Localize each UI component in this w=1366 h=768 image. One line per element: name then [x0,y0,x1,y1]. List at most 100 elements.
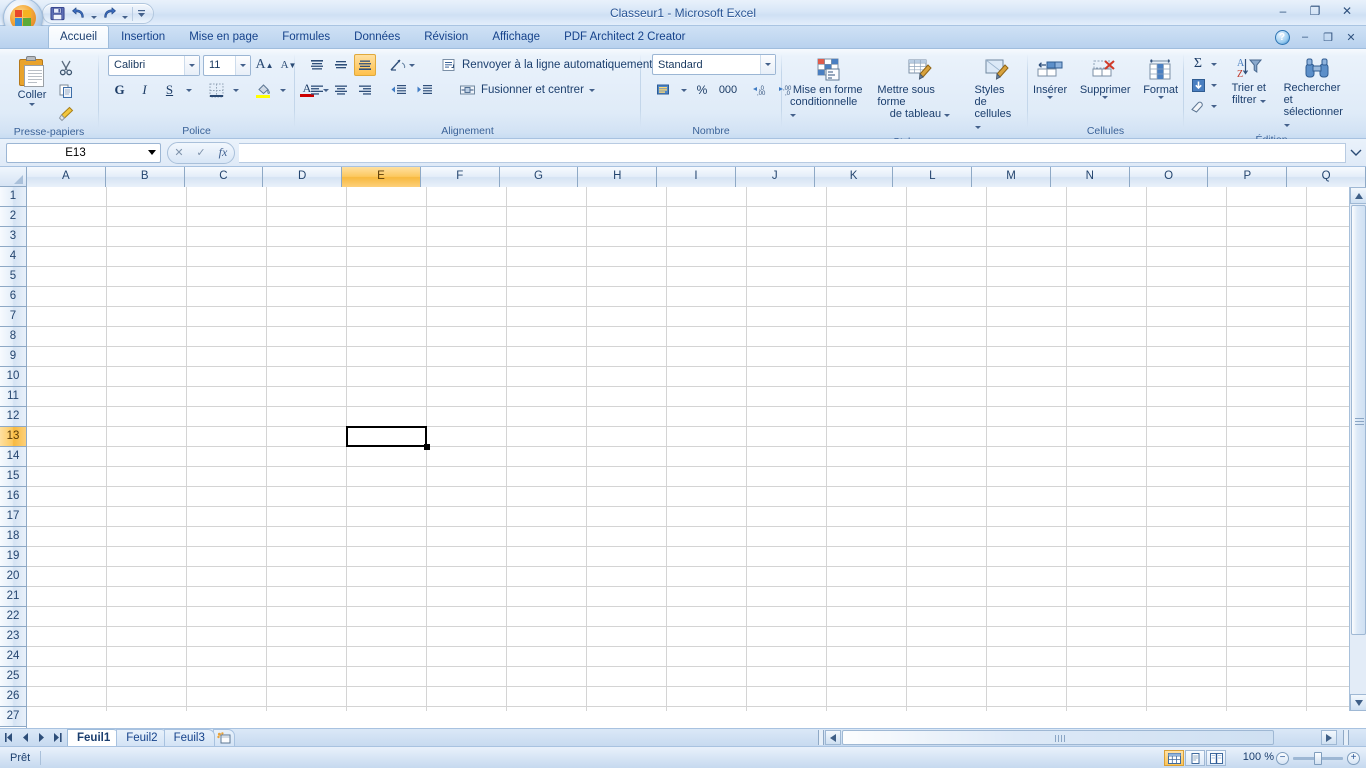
merge-center-dropdown-icon[interactable] [588,88,595,92]
row-header-18[interactable]: 18 [0,527,26,547]
name-box[interactable]: E13 [6,142,161,163]
row-header-19[interactable]: 19 [0,547,26,567]
sort-filter-dropdown-icon[interactable] [1259,100,1266,103]
orientation-button[interactable] [386,54,418,76]
previous-sheet-button[interactable] [19,731,32,745]
delete-cells-dropdown-icon[interactable] [1102,96,1109,99]
cell-styles-dropdown-icon[interactable] [974,126,981,129]
insert-cells-dropdown-icon[interactable] [1047,96,1054,99]
redo-dropdown-icon[interactable] [120,5,129,23]
tab-accueil[interactable]: Accueil [48,25,110,48]
column-header-K[interactable]: K [814,167,894,187]
clear-dropdown-icon[interactable] [1209,96,1219,116]
increase-indent-button[interactable] [412,79,436,101]
zoom-slider[interactable]: − + [1276,751,1360,765]
align-middle-button[interactable] [330,54,352,76]
conditional-formatting-button[interactable]: Mise en forme conditionnelle [785,55,870,123]
formula-input[interactable] [239,142,1346,163]
tab-donnees[interactable]: Données [342,26,412,48]
zoom-out-button[interactable]: − [1276,751,1289,765]
column-header-C[interactable]: C [184,167,264,187]
font-name-dropdown-icon[interactable] [184,55,199,75]
row-header-3[interactable]: 3 [0,227,26,247]
doc-restore-button[interactable]: ❐ [1317,28,1339,46]
font-size-dropdown-icon[interactable] [235,55,250,75]
zoom-track[interactable] [1293,751,1343,765]
tab-affichage[interactable]: Affichage [480,26,552,48]
number-format-dropdown-icon[interactable] [760,55,775,74]
name-box-dropdown-icon[interactable] [144,150,160,155]
expand-formula-bar-button[interactable] [1348,145,1364,161]
select-all-button[interactable] [0,167,27,187]
cut-button[interactable] [55,57,77,79]
undo-dropdown-icon[interactable] [89,5,98,23]
align-top-button[interactable] [306,54,328,76]
insert-function-button[interactable]: fx [212,143,234,163]
cell-styles-button[interactable]: Styles de cellules [970,55,1024,135]
autosum-button[interactable]: Σ [1187,54,1209,74]
column-header-M[interactable]: M [972,167,1051,187]
accounting-dropdown-icon[interactable] [678,79,689,101]
row-header-27[interactable]: 27 [0,707,26,727]
bold-button[interactable]: G [108,79,131,101]
column-header-P[interactable]: P [1208,167,1288,187]
increase-decimal-button[interactable]: ,0 ,00 [748,79,772,101]
cancel-formula-button[interactable]: ✕ [168,143,190,163]
row-header-16[interactable]: 16 [0,487,26,507]
align-left-button[interactable] [306,79,328,101]
horizontal-scrollbar[interactable] [818,729,1349,746]
vertical-scroll-thumb[interactable] [1351,205,1366,635]
row-header-11[interactable]: 11 [0,387,26,407]
row-header-15[interactable]: 15 [0,467,26,487]
wrap-text-button[interactable]: Renvoyer à la ligne automatiquement [436,54,658,76]
save-button[interactable] [47,5,67,23]
percent-style-button[interactable]: % [691,79,713,101]
row-header-22[interactable]: 22 [0,607,26,627]
find-select-button[interactable]: Rechercher et sélectionner [1279,53,1356,133]
find-select-dropdown-icon[interactable] [1283,124,1290,127]
column-header-A[interactable]: A [27,167,106,187]
scroll-up-button[interactable] [1350,187,1366,204]
zoom-in-button[interactable]: + [1347,751,1360,765]
first-sheet-button[interactable] [3,731,16,745]
doc-minimize-button[interactable]: – [1294,28,1316,46]
number-format-combo[interactable]: Standard [652,54,776,75]
decrease-indent-button[interactable] [386,79,410,101]
clear-button[interactable] [1187,96,1209,116]
row-header-20[interactable]: 20 [0,567,26,587]
conditional-formatting-dropdown-icon[interactable] [790,114,796,117]
row-header-2[interactable]: 2 [0,207,26,227]
column-header-J[interactable]: J [735,167,815,187]
column-header-L[interactable]: L [893,167,973,187]
paste-dropdown-icon[interactable] [29,103,35,106]
format-cells-button[interactable]: Format [1138,55,1183,102]
row-header-12[interactable]: 12 [0,407,26,427]
column-header-G[interactable]: G [499,167,579,187]
row-header-4[interactable]: 4 [0,247,26,267]
column-header-N[interactable]: N [1050,167,1130,187]
fill-button[interactable] [1187,75,1209,95]
column-header-E[interactable]: E [342,167,421,187]
accounting-format-button[interactable] [652,79,676,101]
fill-color-button[interactable] [251,79,275,101]
row-header-7[interactable]: 7 [0,307,26,327]
enter-formula-button[interactable]: ✓ [190,143,212,163]
customize-qat-icon[interactable] [136,5,147,23]
underline-dropdown-icon[interactable] [183,79,194,101]
align-center-button[interactable] [330,79,352,101]
comma-style-button[interactable]: 000 [715,79,741,101]
column-header-I[interactable]: I [657,167,736,187]
column-header-F[interactable]: F [420,167,500,187]
autosum-dropdown-icon[interactable] [1209,54,1219,74]
restore-button[interactable]: ❐ [1300,1,1330,21]
sheet-tab-feuil3[interactable]: Feuil3 [163,729,215,746]
column-header-Q[interactable]: Q [1287,167,1366,187]
row-header-6[interactable]: 6 [0,287,26,307]
increase-font-size-button[interactable]: A ▲ [254,54,275,76]
row-header-14[interactable]: 14 [0,447,26,467]
delete-cells-button[interactable]: Supprimer [1076,55,1134,102]
format-as-table-dropdown-icon[interactable] [944,114,951,117]
active-cell-selection[interactable] [346,426,427,447]
font-size-combo[interactable]: 11 [203,54,251,76]
align-bottom-button[interactable] [354,54,376,76]
